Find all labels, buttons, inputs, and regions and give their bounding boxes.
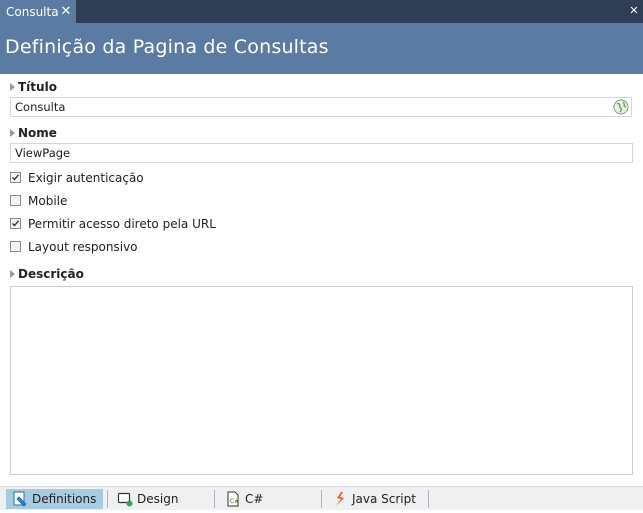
tab-design[interactable]: Design [111, 489, 211, 509]
tab-label: Design [137, 492, 179, 506]
descricao-textarea[interactable] [10, 286, 633, 475]
csharp-file-icon: C# [225, 491, 241, 507]
svg-text:C#: C# [230, 498, 239, 505]
titulo-field[interactable] [10, 97, 632, 117]
document-tab-title: Consulta [6, 5, 59, 19]
document-tab-consulta[interactable]: Consulta ✕ [0, 0, 76, 23]
checkbox[interactable] [10, 218, 21, 229]
titulo-label: Título [18, 80, 57, 94]
checkbox[interactable] [10, 172, 21, 183]
close-window-icon[interactable]: ✕ [627, 3, 641, 19]
tab-javascript[interactable]: Java Script [326, 489, 426, 509]
option-label: Layout responsivo [28, 240, 138, 254]
tab-label: C# [245, 492, 264, 506]
nome-field[interactable] [10, 143, 633, 163]
nome-label-row[interactable]: Nome [10, 126, 57, 140]
design-icon [117, 491, 133, 507]
bottom-tab-bar: Definitions Design C# C# Java Script [0, 486, 643, 510]
close-tab-icon[interactable]: ✕ [59, 0, 73, 23]
definitions-icon [12, 491, 28, 507]
descricao-label-row[interactable]: Descrição [10, 267, 84, 281]
expand-triangle-icon[interactable] [10, 82, 15, 91]
tab-label: Definitions [32, 492, 97, 506]
nome-input[interactable] [15, 145, 605, 161]
titulo-input[interactable] [15, 99, 605, 115]
expand-triangle-icon[interactable] [10, 269, 15, 278]
descricao-label: Descrição [18, 267, 84, 281]
tab-separator [107, 490, 108, 508]
document-tab-strip: Consulta ✕ ✕ [0, 0, 643, 23]
option-label: Mobile [28, 194, 68, 208]
tab-separator [321, 490, 322, 508]
page-header: Definição da Pagina de Consultas [0, 23, 643, 74]
tab-label: Java Script [352, 492, 416, 506]
tab-separator [214, 490, 215, 508]
javascript-icon [332, 491, 348, 507]
option-label: Permitir acesso direto pela URL [28, 217, 216, 231]
tab-definitions[interactable]: Definitions [6, 489, 103, 509]
expand-triangle-icon[interactable] [10, 128, 15, 137]
nome-label: Nome [18, 126, 57, 140]
titulo-label-row[interactable]: Título [10, 80, 57, 94]
page-title: Definição da Pagina de Consultas [5, 36, 329, 58]
option-label: Exigir autenticação [28, 171, 144, 185]
globe-icon[interactable] [613, 99, 629, 115]
checkbox[interactable] [10, 195, 21, 206]
tab-csharp[interactable]: C# C# [219, 489, 317, 509]
tab-separator [428, 490, 429, 508]
checkbox[interactable] [10, 241, 21, 252]
